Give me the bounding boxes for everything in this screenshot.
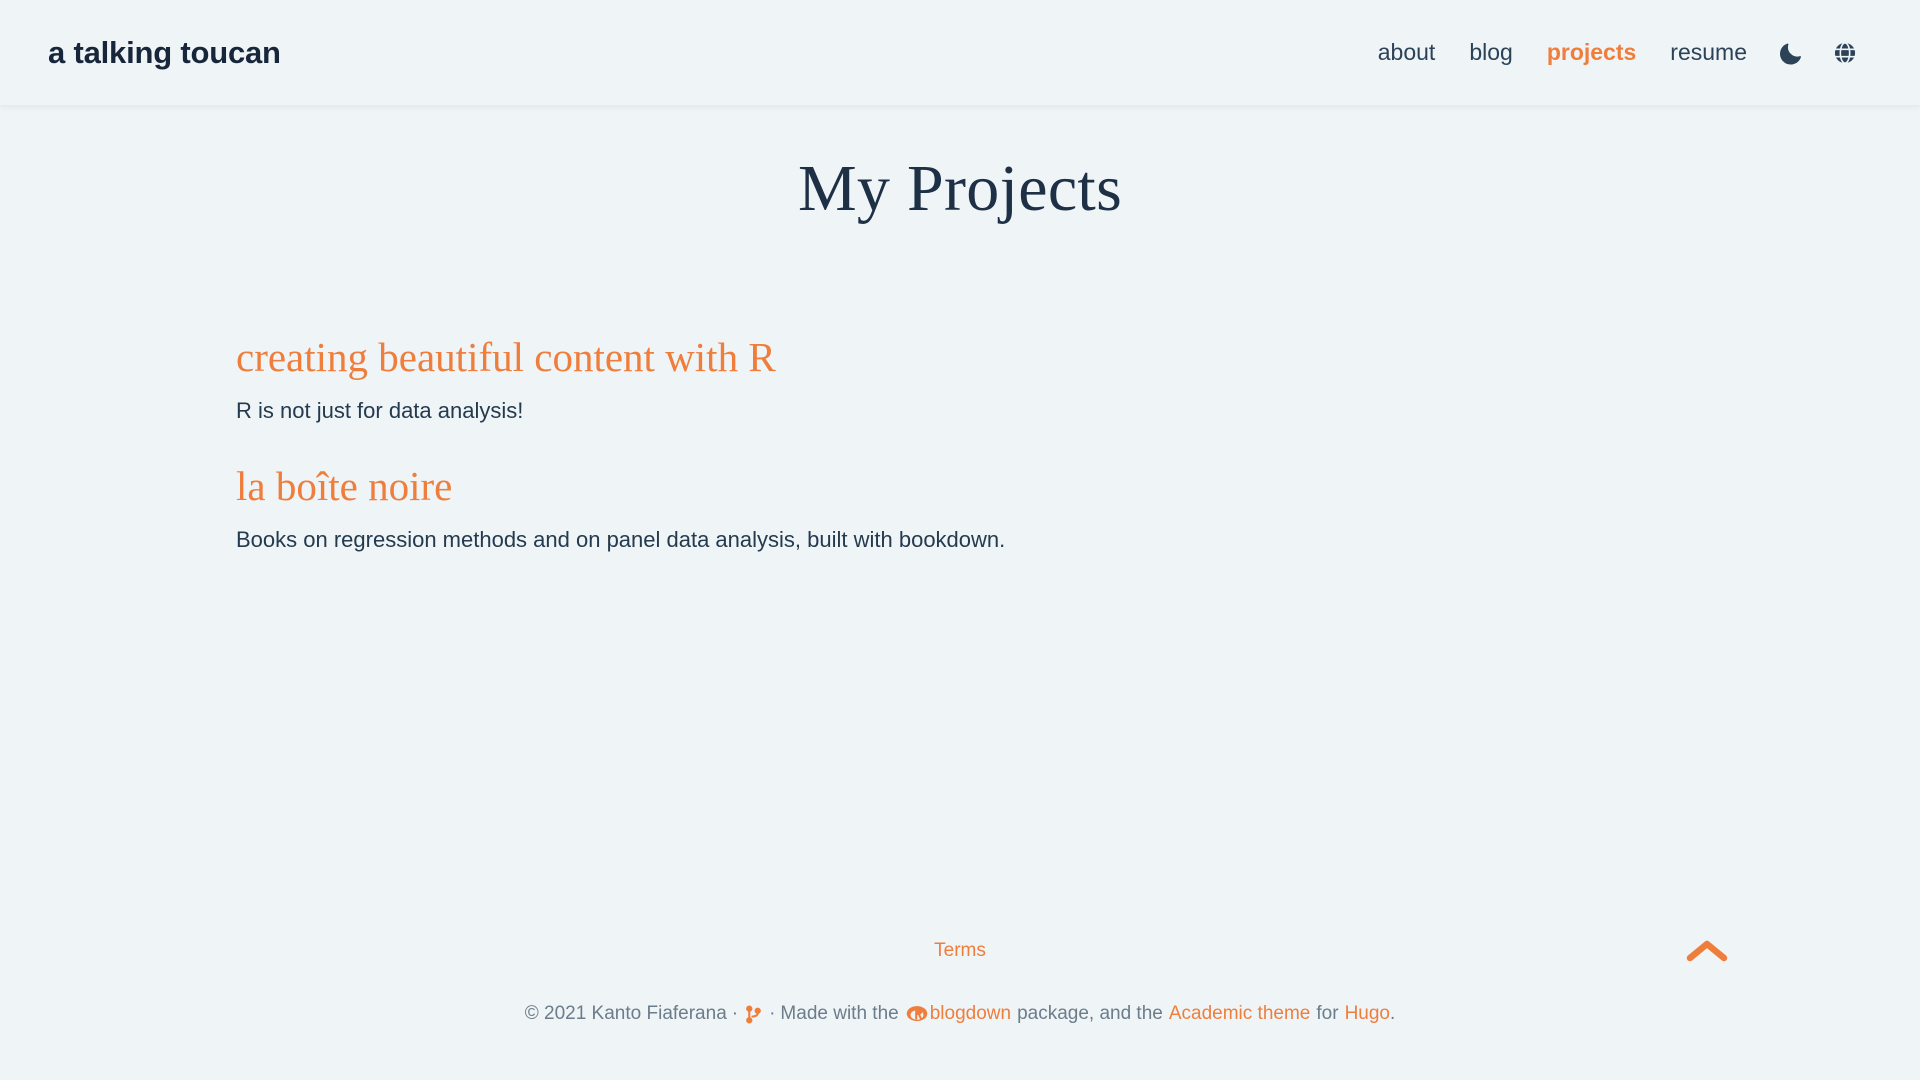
project-description: R is not just for data analysis! bbox=[236, 397, 524, 423]
list-item: creating beautiful content with R R is n… bbox=[236, 332, 1860, 427]
dark-mode-toggle-button[interactable] bbox=[1764, 34, 1818, 72]
site-footer: Terms © 2021 Kanto Fiaferana · · Made wi… bbox=[0, 940, 1920, 1028]
site-header: a talking toucan about blog projects res… bbox=[0, 0, 1920, 105]
moon-icon bbox=[1778, 40, 1804, 66]
chevron-up-icon bbox=[1685, 937, 1729, 965]
footer-terms-link[interactable]: Terms bbox=[934, 940, 986, 962]
nav-item-blog[interactable]: blog bbox=[1452, 33, 1529, 73]
project-title-link[interactable]: la boîte noire bbox=[236, 461, 452, 511]
project-title-link[interactable]: creating beautiful content with R bbox=[236, 332, 776, 382]
language-selector-button[interactable] bbox=[1818, 34, 1872, 72]
nav-item-resume[interactable]: resume bbox=[1653, 33, 1764, 73]
r-logo-icon bbox=[906, 1005, 928, 1024]
footer-made-with-text: Made with the bbox=[780, 1003, 899, 1025]
footer-separator-dot-2: · bbox=[769, 1003, 776, 1025]
project-description: Books on regression methods and on panel… bbox=[236, 526, 1006, 552]
git-branch-icon[interactable] bbox=[745, 1005, 762, 1024]
site-brand-logo[interactable]: a talking toucan bbox=[48, 37, 281, 68]
footer-academic-theme-link[interactable]: Academic theme bbox=[1169, 1000, 1311, 1028]
footer-credit-line: © 2021 Kanto Fiaferana · · Made with the bbox=[0, 1000, 1920, 1028]
main-navigation: about blog projects resume bbox=[1361, 33, 1872, 73]
globe-icon bbox=[1832, 40, 1858, 66]
footer-blogdown-link[interactable]: blogdown bbox=[930, 1000, 1011, 1028]
main-content: My Projects creating beautiful content w… bbox=[0, 105, 1920, 1080]
footer-hugo-link[interactable]: Hugo bbox=[1345, 1000, 1390, 1028]
back-to-top-button[interactable] bbox=[1679, 931, 1735, 971]
nav-item-about[interactable]: about bbox=[1361, 33, 1453, 73]
footer-period: . bbox=[1389, 1003, 1396, 1025]
nav-item-projects[interactable]: projects bbox=[1530, 33, 1653, 73]
projects-list: creating beautiful content with R R is n… bbox=[0, 332, 1920, 556]
footer-separator-dot: · bbox=[731, 1003, 739, 1025]
list-item: la boîte noire Books on regression metho… bbox=[236, 461, 1860, 556]
footer-package-text: package, and the bbox=[1017, 1003, 1163, 1025]
footer-copyright: © 2021 Kanto Fiaferana bbox=[524, 1003, 727, 1025]
page-title: My Projects bbox=[797, 152, 1123, 225]
footer-for-text: for bbox=[1316, 1003, 1339, 1025]
